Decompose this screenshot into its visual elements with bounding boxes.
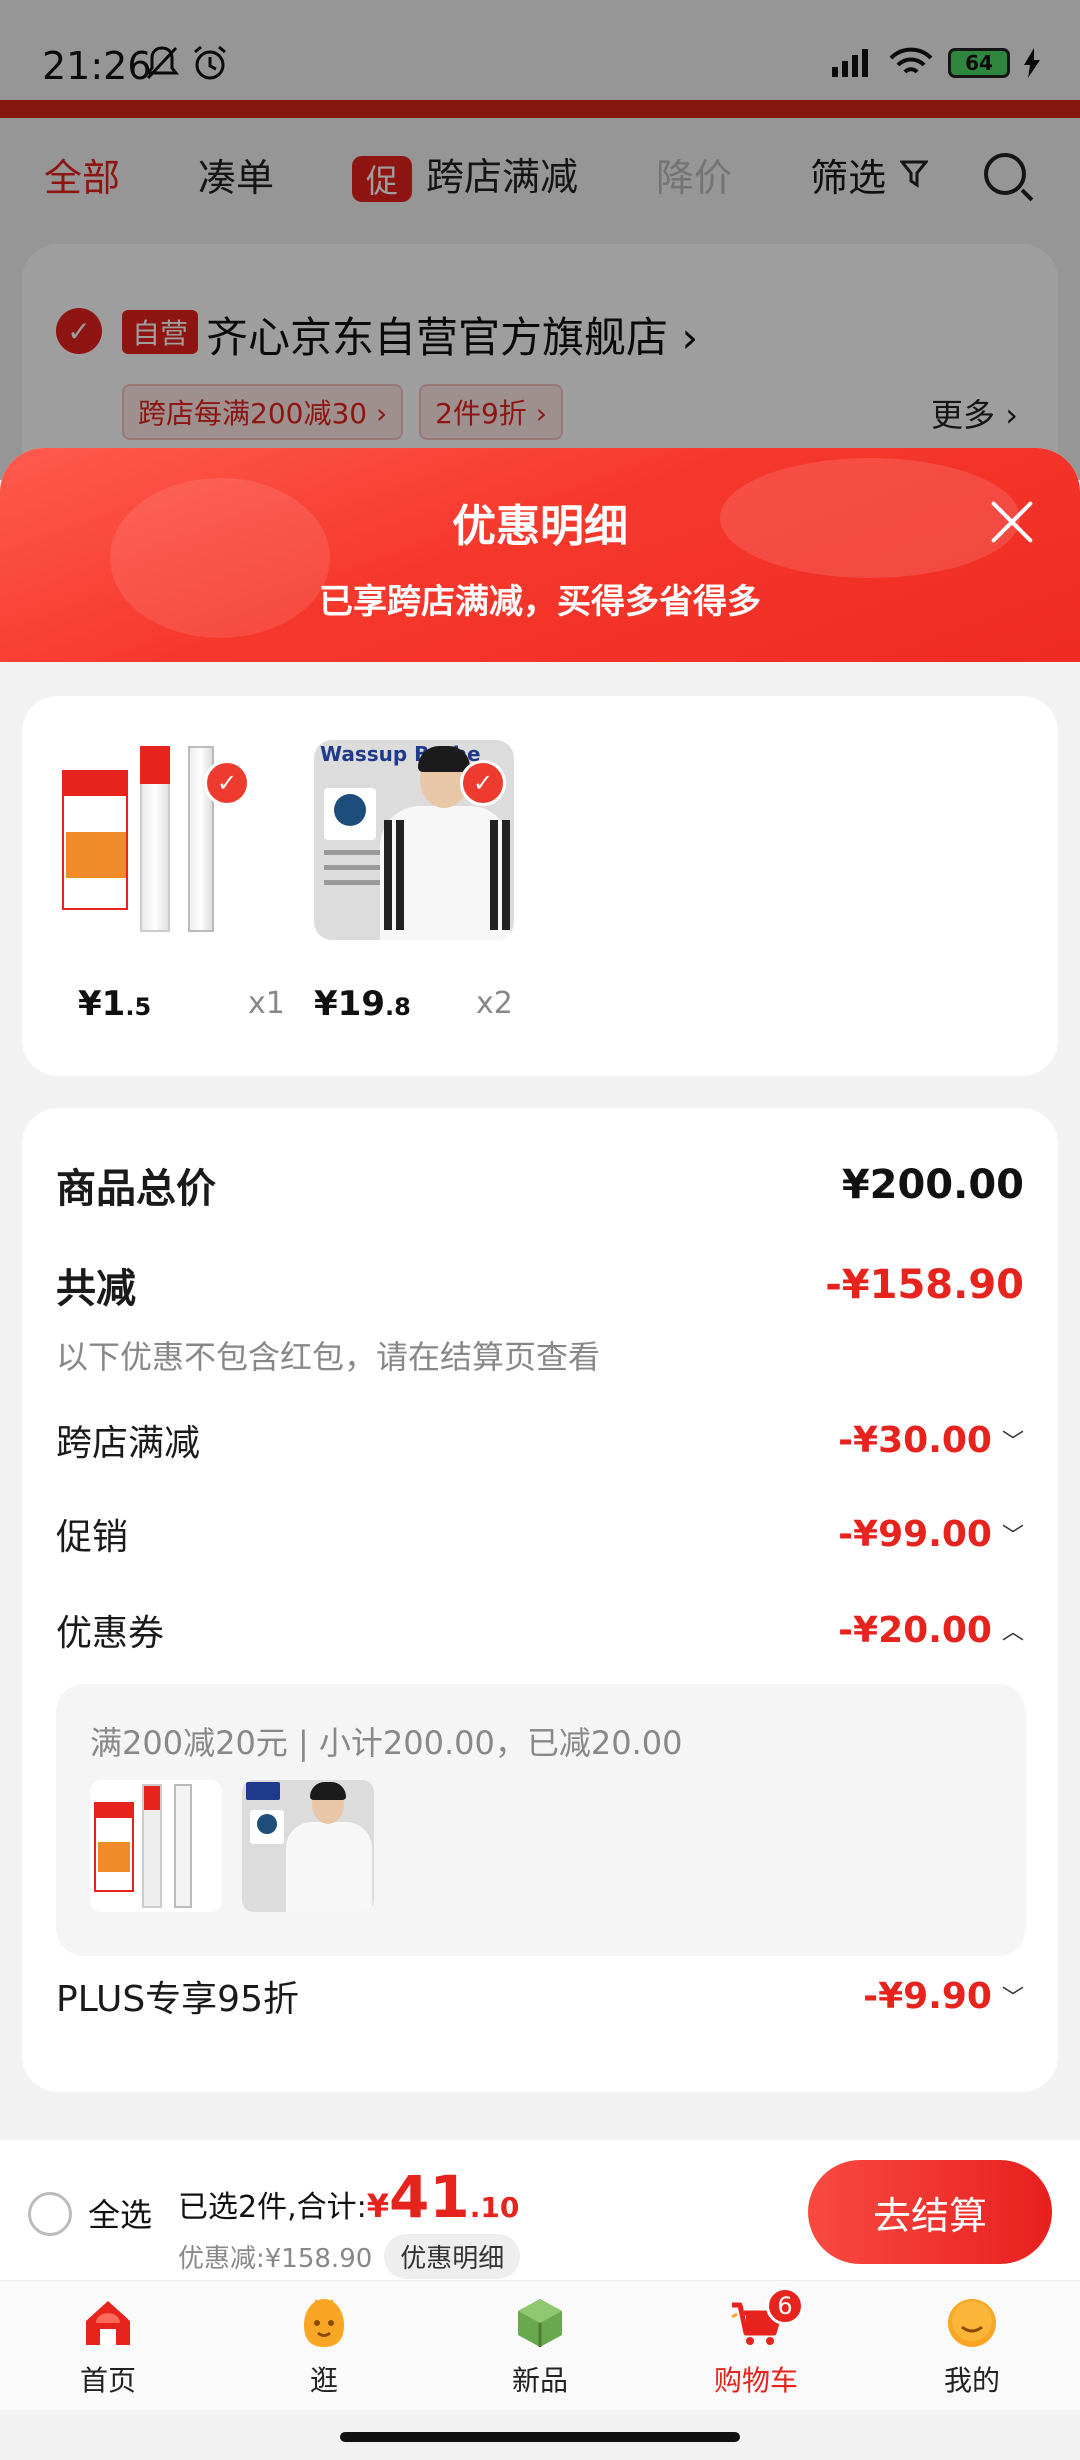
total-reduce-value: -¥158.90 bbox=[825, 1262, 1024, 1308]
coupon-detail-box: 满200减20元 | 小计200.00，已减20.00 bbox=[56, 1684, 1026, 1956]
summary-prefix: 已选2件,合计: bbox=[178, 2190, 367, 2225]
browse-mascot-icon bbox=[304, 2298, 344, 2347]
ruler-red bbox=[140, 746, 170, 932]
total-price-row: 商品总价 ¥200.00 bbox=[56, 1156, 1024, 1214]
cart-count-badge: 6 bbox=[766, 2287, 804, 2325]
discount-label: 优惠券 bbox=[56, 1613, 165, 1654]
bottom-navigation: 首页 逛 新品 6 购物车 我的 bbox=[0, 2280, 1080, 2410]
feature-lines bbox=[324, 850, 384, 910]
discount-detail-sheet: 优惠明细 已享跨店满减，买得多省得多 ✓ ¥1.5 x1 Wassup Both… bbox=[0, 448, 1080, 2140]
sheet-title: 优惠明细 bbox=[452, 501, 628, 552]
checkout-bar: 全选 已选2件,合计: ¥ 41 .10 优惠减:¥158.90 优惠明细 去结… bbox=[0, 2140, 1080, 2280]
checkout-summary: 已选2件,合计: ¥ 41 .10 bbox=[178, 2168, 519, 2226]
discount-label: 跨店满减 bbox=[56, 1423, 201, 1464]
discount-label: 促销 bbox=[56, 1517, 129, 1558]
background-cart-page: 21:26 64 全部 凑单 促跨店满减 降价 筛选 ✓ 自营 齐心京东自营官方… bbox=[0, 0, 1080, 544]
discount-detail-card: 商品总价 ¥200.00 共减 -¥158.90 以下优惠不包含红包，请在结算页… bbox=[22, 1108, 1058, 2092]
total-amount-dec: .10 bbox=[469, 2191, 520, 2224]
discount-amount: 优惠减:¥158.90 bbox=[178, 2244, 373, 2274]
close-icon[interactable] bbox=[988, 498, 1036, 546]
dim-overlay[interactable] bbox=[0, 0, 1080, 480]
total-amount-int: 41 bbox=[389, 2163, 470, 2231]
chevron-down-icon: ﹀ bbox=[1001, 1986, 1024, 2011]
discount-row-coupon[interactable]: 优惠券 -¥20.00 ︿ bbox=[56, 1604, 1024, 1656]
product-quantity: x1 bbox=[248, 986, 285, 1021]
chevron-up-icon: ︿ bbox=[1001, 1620, 1024, 1645]
discount-value: -¥20.00 bbox=[838, 1609, 992, 1651]
select-all-label[interactable]: 全选 bbox=[88, 2190, 152, 2236]
nav-profile-label: 我的 bbox=[943, 2363, 1000, 2397]
discount-detail-button[interactable]: 优惠明细 bbox=[384, 2234, 521, 2279]
product-image-jacket[interactable]: Wassup Bothe ✓ bbox=[314, 740, 514, 940]
chevron-down-icon: ﹀ bbox=[1001, 1430, 1024, 1455]
nav-cart-label: 购物车 bbox=[713, 2363, 798, 2397]
nav-home-label: 首页 bbox=[79, 2363, 136, 2397]
nav-profile[interactable]: 我的 bbox=[864, 2281, 1080, 2410]
total-reduce-label: 共减 bbox=[56, 1266, 136, 1312]
cube-icon bbox=[518, 2298, 562, 2347]
sheet-header: 优惠明细 已享跨店满减，买得多省得多 bbox=[0, 448, 1080, 662]
checkout-button[interactable]: 去结算 bbox=[808, 2160, 1052, 2264]
profile-smile-icon bbox=[948, 2298, 996, 2347]
discount-row-promotion[interactable]: 促销 -¥99.00 ﹀ bbox=[56, 1508, 1024, 1560]
coupon-thumb-jacket bbox=[242, 1780, 374, 1912]
discount-row-plus[interactable]: PLUS专享95折 -¥9.90 ﹀ bbox=[56, 1970, 1024, 2022]
home-indicator[interactable] bbox=[340, 2432, 740, 2442]
nav-browse[interactable]: 逛 bbox=[216, 2281, 432, 2410]
product-quantity: x2 bbox=[476, 986, 513, 1021]
currency-symbol: ¥ bbox=[366, 2187, 389, 2225]
chevron-down-icon: ﹀ bbox=[1001, 1524, 1024, 1549]
discount-summary: 优惠减:¥158.90 优惠明细 bbox=[178, 2234, 521, 2279]
sheet-subtitle: 已享跨店满减，买得多省得多 bbox=[319, 582, 761, 622]
coupon-description: 满200减20元 | 小计200.00，已减20.00 bbox=[90, 1724, 683, 1762]
select-all-radio[interactable] bbox=[28, 2192, 72, 2236]
brand-badge bbox=[324, 788, 376, 840]
product-checkbox[interactable]: ✓ bbox=[204, 760, 250, 806]
nav-new-label: 新品 bbox=[511, 2363, 568, 2397]
product-checkbox[interactable]: ✓ bbox=[460, 760, 506, 806]
nav-browse-label: 逛 bbox=[309, 2363, 338, 2397]
total-reduce-row: 共减 -¥158.90 bbox=[56, 1256, 1024, 1314]
discount-value: -¥9.90 bbox=[863, 1975, 992, 2017]
discount-label: PLUS专享95折 bbox=[56, 1979, 299, 2020]
discount-value: -¥30.00 bbox=[838, 1419, 992, 1461]
total-price-value: ¥200.00 bbox=[841, 1162, 1024, 1208]
nav-cart[interactable]: 6 购物车 bbox=[648, 2281, 864, 2410]
product-image-ruler[interactable]: ✓ bbox=[58, 740, 258, 940]
ruler-package bbox=[62, 770, 128, 910]
nav-new[interactable]: 新品 bbox=[432, 2281, 648, 2410]
coupon-thumb-ruler bbox=[90, 1780, 222, 1912]
discount-value: -¥99.00 bbox=[838, 1513, 992, 1555]
total-price-label: 商品总价 bbox=[56, 1166, 216, 1212]
home-icon bbox=[86, 2300, 130, 2345]
product-price: ¥1.5 bbox=[78, 984, 152, 1024]
product-price: ¥19.8 bbox=[314, 984, 411, 1024]
discount-row-cross-store[interactable]: 跨店满减 -¥30.00 ﹀ bbox=[56, 1414, 1024, 1466]
model-hair bbox=[418, 746, 470, 772]
selected-products-card: ✓ ¥1.5 x1 Wassup Bothe ✓ ¥19.8 x2 bbox=[22, 696, 1058, 1076]
discount-note: 以下优惠不包含红包，请在结算页查看 bbox=[56, 1338, 601, 1376]
nav-home[interactable]: 首页 bbox=[0, 2281, 216, 2410]
